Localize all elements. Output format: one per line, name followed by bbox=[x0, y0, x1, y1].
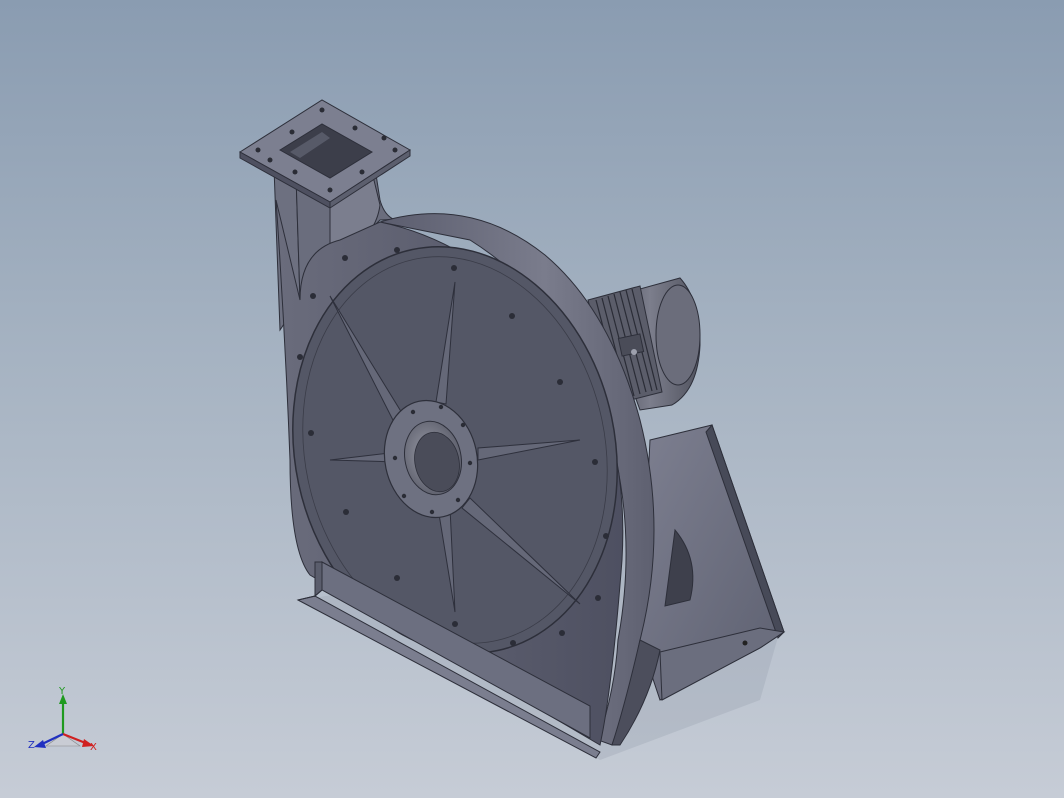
orientation-triad[interactable]: Y X Z bbox=[18, 682, 128, 772]
fan-model[interactable] bbox=[0, 0, 1064, 798]
outlet-flange[interactable] bbox=[239, 99, 411, 209]
triad-y-label: Y bbox=[58, 686, 66, 697]
triad-z-label: Z bbox=[28, 740, 35, 751]
3d-viewport[interactable]: Y X Z bbox=[0, 0, 1064, 798]
triad-arrows bbox=[34, 694, 94, 748]
triad-x-label: X bbox=[90, 742, 97, 753]
